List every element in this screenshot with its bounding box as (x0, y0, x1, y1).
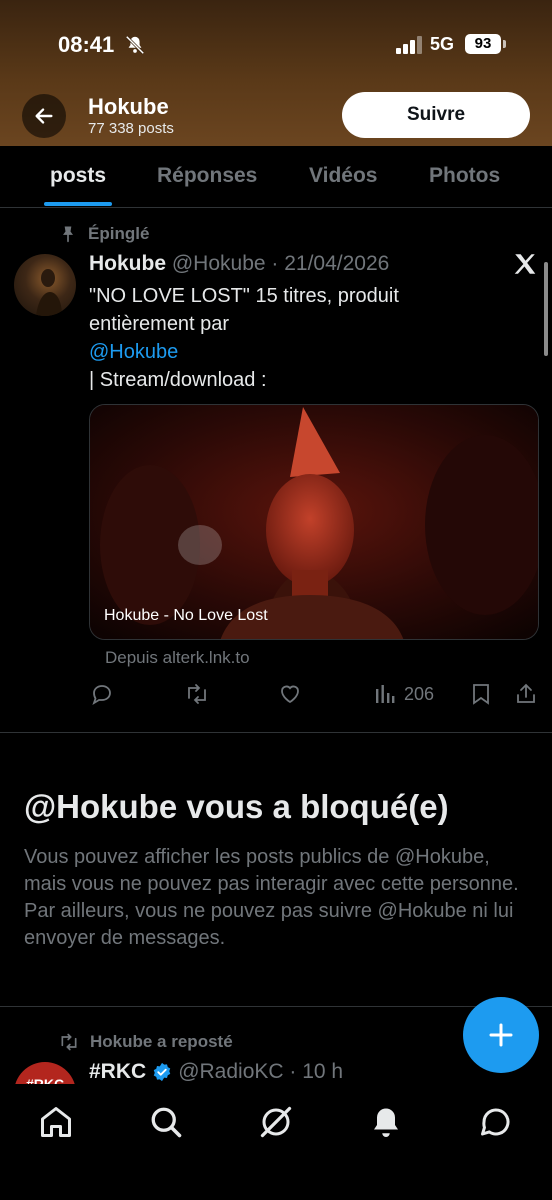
signal-icon (396, 36, 422, 54)
compose-post-button[interactable] (463, 997, 539, 1073)
avatar-image (36, 269, 62, 316)
blocked-description: Vous pouvez afficher les posts publics d… (24, 846, 519, 949)
grok-icon[interactable] (258, 1104, 294, 1140)
post-meta: @Hokube · 21/04/2026 (171, 252, 390, 275)
bookmark-button[interactable] (470, 680, 492, 708)
share-button[interactable] (514, 680, 538, 708)
views-count: 206 (404, 683, 435, 704)
scrollbar[interactable] (544, 262, 548, 356)
album-cover-image (90, 405, 538, 639)
share-icon (517, 683, 535, 703)
search-icon[interactable] (148, 1104, 184, 1140)
link-card-title: Hokube - No Love Lost (104, 607, 268, 624)
pinned-label: Épinglé (88, 224, 150, 243)
battery-level: 93 (465, 34, 501, 54)
status-time: 08:41 (58, 32, 115, 57)
bottom-navigation (0, 1084, 552, 1200)
post-text-line: entièrement par (89, 313, 230, 335)
notifications-bell-icon[interactable] (368, 1104, 404, 1140)
link-card-image[interactable] (89, 404, 539, 640)
plus-icon (489, 1023, 513, 1047)
divider (0, 732, 552, 733)
arrow-left-icon (35, 108, 53, 124)
profile-name: Hokube (88, 94, 169, 119)
repost-indicator: Hokube a reposté (58, 1032, 233, 1052)
bell-off-icon (125, 35, 145, 55)
verified-badge-icon (153, 1062, 171, 1082)
avatar[interactable] (14, 254, 76, 316)
back-button[interactable] (22, 94, 66, 138)
post-author-line: Hokube @Hokube · 21/04/2026 (89, 252, 389, 276)
divider (0, 1006, 552, 1007)
reply-button[interactable] (90, 680, 114, 708)
follow-button[interactable]: Suivre (342, 92, 530, 138)
pinned-indicator: Épinglé (58, 222, 149, 246)
like-button[interactable] (278, 680, 302, 708)
tab-posts[interactable]: posts (50, 164, 106, 188)
views-chart-icon (376, 685, 395, 703)
post-author-name[interactable]: Hokube (89, 252, 166, 275)
x-logo-icon[interactable] (512, 251, 538, 277)
post-text-line: | Stream/download : (89, 369, 267, 391)
repost-label: Hokube a reposté (90, 1032, 233, 1051)
profile-tabs: posts Réponses Vidéos Photos (0, 146, 552, 208)
link-card-source[interactable]: Depuis alterk.lnk.to (105, 648, 250, 668)
post-author-name[interactable]: #RKC (89, 1060, 146, 1084)
mention-link[interactable]: @Hokube (89, 338, 509, 366)
blocked-title: @Hokube vous a bloqué(e) (24, 788, 449, 825)
post-actions: 206 (0, 680, 552, 708)
tab-replies[interactable]: Réponses (157, 164, 257, 188)
heart-icon (281, 685, 299, 704)
home-icon[interactable] (38, 1104, 74, 1140)
battery-tip (503, 40, 506, 48)
bookmark-icon (473, 684, 489, 705)
repost-button[interactable] (184, 680, 210, 708)
post-count: 77 338 posts (88, 120, 174, 137)
network-type: 5G (430, 34, 455, 54)
reply-icon (92, 685, 111, 706)
tab-videos[interactable]: Vidéos (309, 164, 377, 188)
repost-icon (61, 1033, 77, 1051)
status-bar: 08:41 5G 93 (0, 28, 552, 64)
active-tab-indicator (44, 202, 112, 206)
messages-icon[interactable] (478, 1104, 514, 1140)
pin-icon (63, 226, 73, 243)
tab-photos[interactable]: Photos (429, 164, 500, 188)
views-button[interactable]: 206 (374, 680, 434, 708)
post-text: "NO LOVE LOST" 15 titres, produit entièr… (89, 282, 509, 394)
post-text-line: "NO LOVE LOST" 15 titres, produit (89, 285, 399, 307)
repost-icon (188, 684, 206, 704)
post-author-line: #RKC @RadioKC · 10 h (89, 1060, 343, 1084)
post-meta: @RadioKC · 10 h (178, 1060, 344, 1083)
